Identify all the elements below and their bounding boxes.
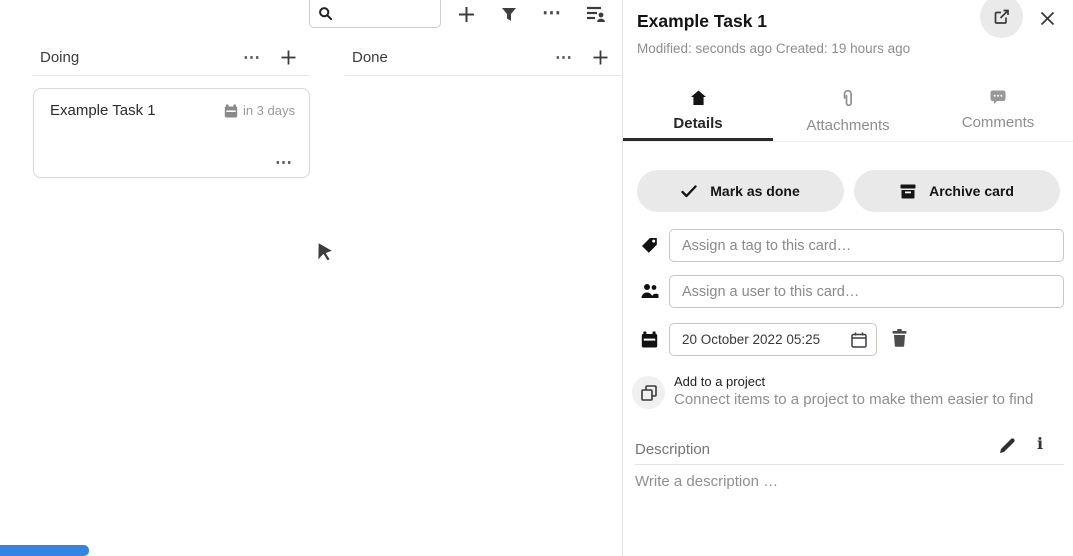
list-user-icon [586,5,606,23]
due-date-input[interactable] [670,332,851,347]
filter-button[interactable] [499,4,519,24]
mouse-cursor [314,241,336,269]
home-icon [690,90,707,106]
search-icon [319,7,332,20]
plus-icon [458,6,475,23]
search-input-container[interactable] [309,0,441,28]
pencil-icon [999,437,1016,454]
column-add-card-button[interactable] [271,50,306,65]
panel-title: Example Task 1 [637,11,767,32]
ellipsis-icon: ⋯ [542,4,562,23]
panel-meta: Modified: seconds ago Created: 19 hours … [637,41,910,56]
ellipsis-icon: ⋯ [555,49,573,66]
card-actions: Mark as done Archive card [637,170,1060,212]
horizontal-scrollbar[interactable] [0,545,89,556]
mark-as-done-button[interactable]: Mark as done [637,170,844,212]
users-icon [641,283,659,299]
close-panel-button[interactable] [1035,7,1059,29]
paperclip-icon [842,90,854,108]
archive-icon [900,184,916,199]
assign-tag-input[interactable] [669,229,1064,262]
column-divider [345,75,622,76]
open-calendar-button[interactable] [851,332,876,348]
column-menu-button[interactable]: ⋯ [233,49,271,66]
funnel-icon [501,7,517,22]
due-date-field[interactable] [669,323,877,356]
column-header: Doing ⋯ [33,42,310,72]
description-info-button[interactable]: i [1037,434,1043,453]
column-divider [33,75,310,76]
project-subtitle: Connect items to a project to make them … [674,391,1033,408]
plus-icon [281,50,296,65]
check-icon [681,185,697,198]
calendar-icon [224,104,238,118]
external-link-icon [994,9,1010,25]
add-card-button[interactable] [455,2,477,26]
project-title: Add to a project [674,374,1033,389]
projects-icon [641,385,657,401]
comment-icon [990,90,1006,105]
add-to-project-row[interactable]: Add to a project Connect items to a proj… [632,374,1033,409]
plus-icon [593,50,608,65]
task-card[interactable]: Example Task 1 in 3 days ⋯ [33,88,310,178]
info-icon: i [1037,434,1043,453]
card-due-label: in 3 days [243,103,295,118]
tab-comments[interactable]: Comments [923,84,1073,141]
remove-due-date-button[interactable] [891,329,908,350]
column-menu-button[interactable]: ⋯ [545,49,583,66]
column-add-card-button[interactable] [583,50,618,65]
close-icon [1040,11,1055,26]
archive-card-label: Archive card [929,183,1014,199]
calendar-icon [641,331,658,348]
mark-as-done-label: Mark as done [710,183,799,199]
column-header: Done ⋯ [345,42,622,72]
tab-attachments[interactable]: Attachments [773,84,923,141]
assign-user-input[interactable] [669,275,1064,308]
description-label: Description [635,441,710,458]
board-menu-button[interactable]: ⋯ [540,0,564,26]
tab-label: Comments [962,114,1035,131]
board-column-doing: Doing ⋯ Example Task 1 [33,42,310,178]
tab-label: Attachments [806,117,889,134]
card-title: Example Task 1 [50,102,224,119]
column-title: Doing [40,49,233,66]
board-column-done: Done ⋯ [345,42,622,76]
card-detail-panel: Example Task 1 Modified: seconds ago Cre… [623,0,1073,556]
project-texts: Add to a project Connect items to a proj… [674,374,1033,409]
assigned-view-button[interactable] [584,2,608,26]
description-placeholder[interactable]: Write a description … [635,473,778,490]
ellipsis-icon: ⋯ [275,153,293,172]
open-in-window-button[interactable] [980,0,1023,38]
tab-details[interactable]: Details [623,84,773,141]
trash-icon [891,329,908,347]
column-title: Done [352,49,545,66]
search-input[interactable] [332,3,427,27]
edit-description-button[interactable] [999,437,1016,457]
panel-tabbar: Details Attachments Comments [623,84,1073,142]
tab-label: Details [673,115,722,132]
calendar-icon [851,332,867,348]
card-menu-button[interactable]: ⋯ [275,153,293,173]
app-window: ⋯ Doing ⋯ Example Ta [0,0,1073,556]
description-divider [635,464,1064,465]
tag-icon [641,237,658,254]
card-due-badge: in 3 days [224,103,295,118]
ellipsis-icon: ⋯ [243,49,261,66]
archive-card-button[interactable]: Archive card [854,170,1060,212]
project-icon-circle [632,376,665,409]
